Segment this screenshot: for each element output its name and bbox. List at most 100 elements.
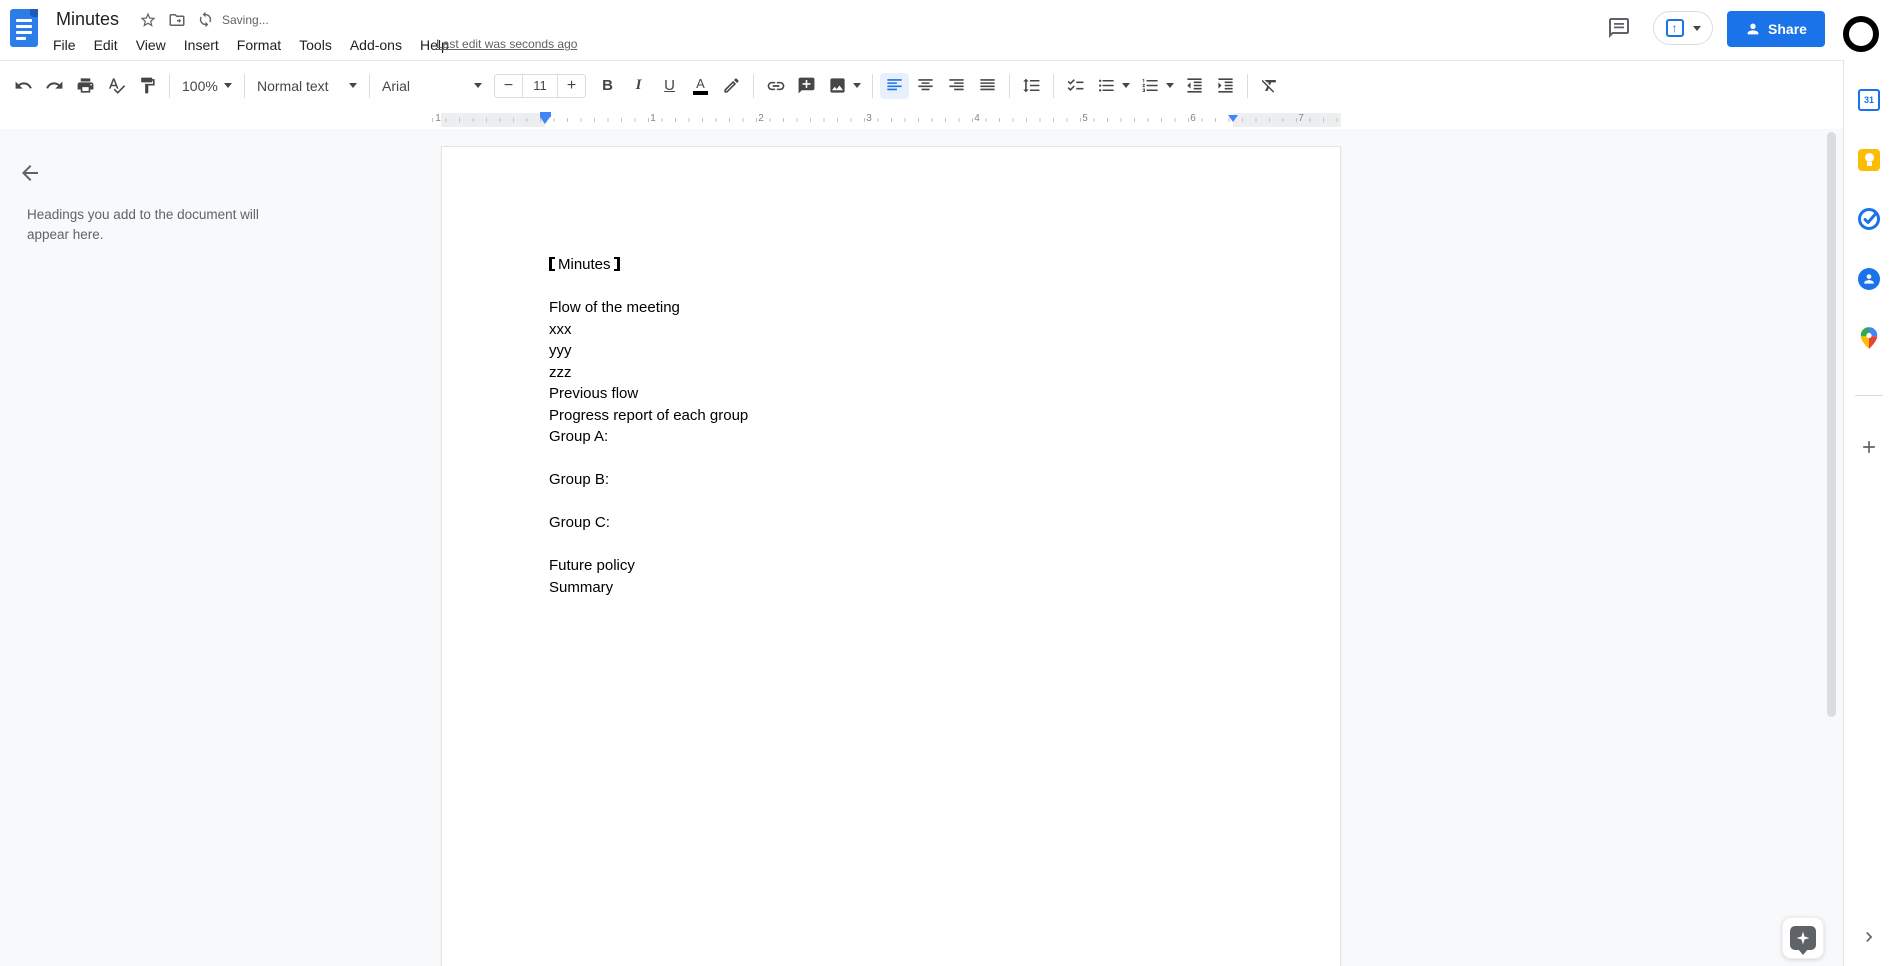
- google-keep-icon[interactable]: [1855, 146, 1883, 174]
- menu-insert[interactable]: Insert: [175, 37, 228, 53]
- title-bar: Minutes Saving... File Edit View Insert Form…: [0, 0, 1894, 60]
- font-select[interactable]: Arial: [376, 73, 488, 99]
- font-size-input[interactable]: 11: [522, 73, 558, 98]
- share-label: Share: [1768, 21, 1807, 37]
- doc-line[interactable]: Previous flow: [549, 383, 1235, 405]
- paragraph-style-select[interactable]: Normal text: [251, 73, 363, 99]
- chevron-down-icon: [1121, 83, 1130, 88]
- ruler[interactable]: 1 1 2 3 4 5 6 7: [0, 110, 1843, 129]
- doc-line[interactable]: [549, 276, 1235, 298]
- menu-addons[interactable]: Add-ons: [341, 37, 411, 53]
- chevron-down-icon: [852, 83, 861, 88]
- doc-line[interactable]: [549, 491, 1235, 513]
- doc-line[interactable]: [549, 534, 1235, 556]
- outline-placeholder: Headings you add to the document will ap…: [27, 207, 259, 242]
- doc-line[interactable]: xxx: [549, 319, 1235, 341]
- document-title[interactable]: Minutes: [56, 9, 119, 30]
- google-tasks-icon[interactable]: [1855, 205, 1883, 233]
- document-page[interactable]: Minutes Flow of the meeting xxx yyy zzz Prev…: [441, 146, 1341, 966]
- increase-font-size-button[interactable]: +: [558, 75, 585, 97]
- menu-tools[interactable]: Tools: [290, 37, 341, 53]
- numbered-list-button[interactable]: [1136, 73, 1178, 99]
- undo-button[interactable]: [9, 73, 38, 99]
- doc-line[interactable]: Group B:: [549, 469, 1235, 491]
- doc-line[interactable]: Group A:: [549, 426, 1235, 448]
- doc-line[interactable]: zzz: [549, 362, 1235, 384]
- ruler-number: 6: [1190, 113, 1196, 124]
- google-calendar-icon[interactable]: 31: [1855, 86, 1883, 114]
- doc-line[interactable]: Flow of the meeting: [549, 297, 1235, 319]
- underline-button[interactable]: U: [655, 73, 684, 99]
- google-maps-icon[interactable]: [1855, 324, 1883, 352]
- saving-status: Saving...: [222, 13, 269, 27]
- text-color-button[interactable]: A: [686, 73, 715, 99]
- google-docs-logo-icon[interactable]: [10, 9, 38, 47]
- justify-button[interactable]: [973, 73, 1002, 99]
- vertical-scrollbar[interactable]: [1827, 132, 1836, 717]
- doc-line[interactable]: Future policy: [549, 555, 1235, 577]
- doc-line[interactable]: Group C:: [549, 512, 1235, 534]
- insert-link-button[interactable]: [761, 73, 790, 99]
- menu-view[interactable]: View: [127, 37, 175, 53]
- presentation-mode-button[interactable]: ↑: [1653, 11, 1713, 45]
- print-button[interactable]: [71, 73, 100, 99]
- chevron-down-icon: [1692, 25, 1701, 31]
- close-outline-button[interactable]: [14, 157, 46, 189]
- ruler-number: 1: [650, 113, 656, 124]
- paint-format-button[interactable]: [133, 73, 162, 99]
- ruler-number: 7: [1298, 113, 1304, 124]
- italic-button[interactable]: I: [624, 73, 653, 99]
- chevron-down-icon: [224, 83, 232, 88]
- left-indent-marker[interactable]: [539, 112, 551, 124]
- star-icon[interactable]: [139, 11, 157, 29]
- spell-check-button[interactable]: [102, 73, 131, 99]
- insert-image-button[interactable]: [823, 73, 865, 99]
- font-size-control: − 11 +: [494, 73, 586, 98]
- chevron-down-icon: [1165, 83, 1174, 88]
- sparkle-icon: [1790, 926, 1816, 950]
- doc-line[interactable]: Minutes: [549, 254, 1235, 276]
- move-to-folder-icon[interactable]: [168, 11, 186, 29]
- person-lock-icon: [1747, 23, 1759, 35]
- chevron-down-icon: [349, 83, 357, 88]
- line-spacing-button[interactable]: [1017, 73, 1046, 99]
- menu-file[interactable]: File: [44, 37, 85, 53]
- add-comment-button[interactable]: [792, 73, 821, 99]
- doc-line[interactable]: Summary: [549, 577, 1235, 599]
- doc-line[interactable]: yyy: [549, 340, 1235, 362]
- ruler-number: 5: [1082, 113, 1088, 124]
- account-avatar[interactable]: [1843, 16, 1879, 52]
- comment-history-icon[interactable]: [1607, 16, 1631, 45]
- upload-arrow-icon: ↑: [1665, 19, 1684, 37]
- menu-edit[interactable]: Edit: [85, 37, 127, 53]
- get-add-ons-button[interactable]: [1855, 433, 1883, 461]
- last-edit-link[interactable]: Last edit was seconds ago: [436, 37, 577, 51]
- decrease-font-size-button[interactable]: −: [495, 75, 522, 97]
- side-panel-divider: [1855, 395, 1883, 396]
- sync-icon: [197, 11, 215, 29]
- explore-button[interactable]: [1782, 917, 1824, 959]
- bulleted-list-button[interactable]: [1092, 73, 1134, 99]
- right-indent-marker[interactable]: [1227, 115, 1238, 122]
- checklist-button[interactable]: [1061, 73, 1090, 99]
- doc-line[interactable]: Progress report of each group: [549, 405, 1235, 427]
- align-left-button[interactable]: [880, 72, 909, 99]
- zoom-select[interactable]: 100%: [176, 73, 238, 99]
- align-center-button[interactable]: [911, 73, 940, 99]
- increase-indent-button[interactable]: [1211, 73, 1240, 99]
- ruler-number: 2: [758, 113, 764, 124]
- hide-side-panel-button[interactable]: [1855, 923, 1883, 951]
- google-contacts-icon[interactable]: [1855, 265, 1883, 293]
- share-button[interactable]: Share: [1727, 11, 1825, 47]
- redo-button[interactable]: [40, 73, 69, 99]
- decrease-indent-button[interactable]: [1180, 73, 1209, 99]
- menu-format[interactable]: Format: [228, 37, 290, 53]
- chevron-down-icon: [474, 83, 482, 88]
- highlight-color-button[interactable]: [717, 73, 746, 99]
- align-right-button[interactable]: [942, 73, 971, 99]
- bold-button[interactable]: B: [593, 73, 622, 99]
- document-content[interactable]: Minutes Flow of the meeting xxx yyy zzz Prev…: [549, 254, 1235, 598]
- toolbar: 100% Normal text Arial − 11 + B I U A: [0, 60, 1894, 152]
- doc-line[interactable]: [549, 448, 1235, 470]
- clear-formatting-button[interactable]: [1255, 73, 1284, 99]
